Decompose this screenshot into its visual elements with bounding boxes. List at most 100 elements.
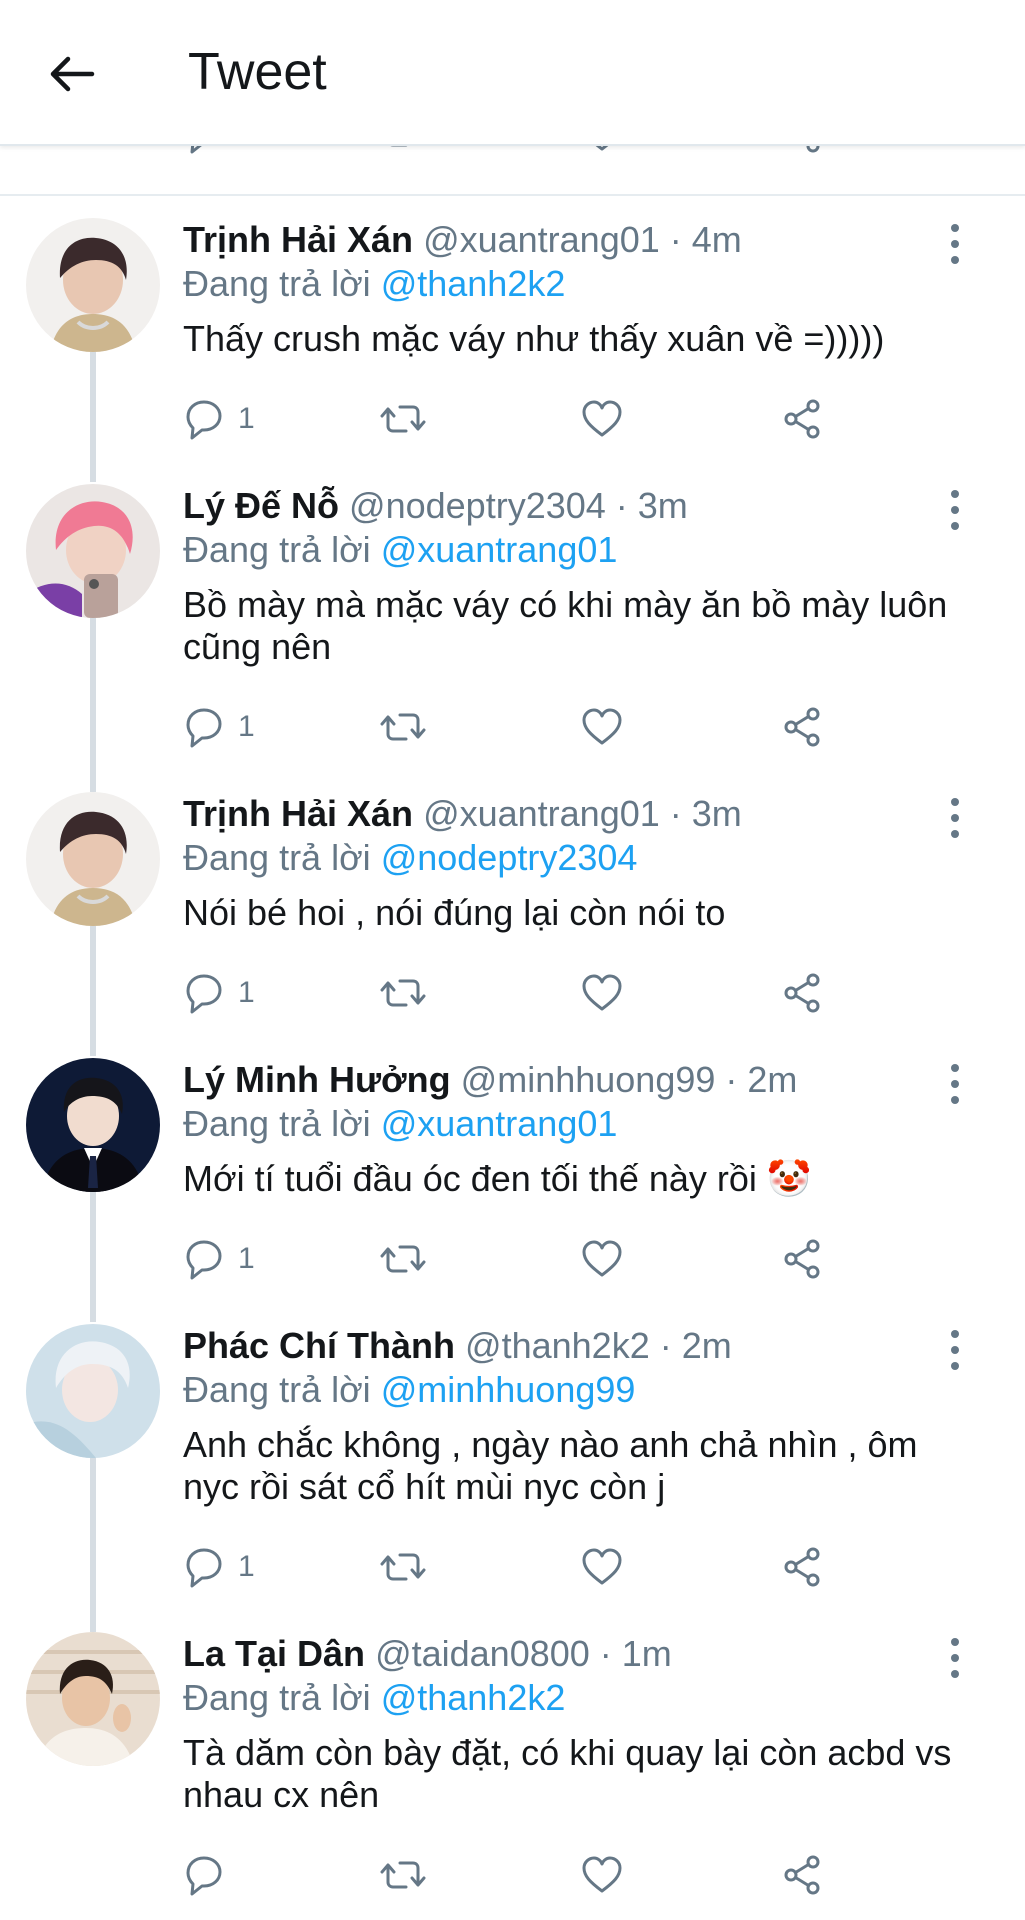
heart-icon [582,1856,622,1893]
tweet-header: Lý Đế Nỗ @nodeptry2304 · 3m [183,484,688,528]
like-button[interactable] [580,1234,624,1284]
share-button[interactable] [780,968,824,1018]
mention-link[interactable]: @minhhuong99 [381,1369,636,1410]
reply-button[interactable]: 1 [182,1234,255,1284]
share-button[interactable] [780,394,824,444]
display-name[interactable]: Lý Minh Hưởng [183,1059,451,1100]
like-button[interactable] [580,1850,624,1900]
retweet-button[interactable] [380,1850,426,1900]
replying-label: Đang trả lời [183,529,381,570]
reply-icon [186,974,222,1014]
avatar[interactable] [26,1324,160,1458]
heart-icon [582,1548,622,1585]
tweet-header: Trịnh Hải Xán @xuantrang01 · 4m [183,218,742,262]
more-options-button[interactable] [940,1330,970,1370]
share-button[interactable] [780,1850,824,1900]
reply-button[interactable]: 1 [182,968,255,1018]
retweet-icon [380,405,426,433]
heart-icon [582,1240,622,1277]
mention-link[interactable]: @nodeptry2304 [381,837,638,878]
share-icon [784,707,820,747]
more-options-button[interactable] [940,1064,970,1104]
handle-time: @minhhuong99 · 2m [460,1059,798,1100]
heart-icon [582,708,622,745]
display-name[interactable]: La Tại Dân [183,1633,365,1674]
share-icon [784,399,820,439]
tweet-actions [0,1850,1025,1900]
tweet-actions: 1 [0,1542,1025,1592]
tweet-actions: 1 [0,702,1025,752]
replying-to: Đang trả lời @thanh2k2 [183,262,565,306]
replying-label: Đang trả lời [183,1677,381,1718]
like-button[interactable] [580,1542,624,1592]
replying-to: Đang trả lời @xuantrang01 [183,528,617,572]
tweet-header: Trịnh Hải Xán @xuantrang01 · 3m [183,792,742,836]
top-app-bar: Tweet [0,0,1025,146]
tweet-text: Tà dăm còn bày đặt, có khi quay lại còn … [183,1732,952,1815]
mention-link[interactable]: @xuantrang01 [381,529,618,570]
more-options-button[interactable] [940,1638,970,1678]
retweet-icon [380,713,426,741]
mention-link[interactable]: @thanh2k2 [381,263,566,304]
like-button[interactable] [580,394,624,444]
tweet-text: Nói bé hoi , nói đúng lại còn nói to [183,892,726,933]
retweet-button[interactable] [380,968,426,1018]
avatar[interactable] [26,484,160,618]
avatar[interactable] [26,792,160,926]
retweet-button[interactable] [380,394,426,444]
avatar[interactable] [26,1632,160,1766]
more-options-button[interactable] [940,490,970,530]
tweet-header: Lý Minh Hưởng @minhhuong99 · 2m [183,1058,797,1102]
retweet-button[interactable] [380,702,426,752]
reply-button[interactable] [182,1850,238,1900]
heart-icon [582,974,622,1011]
replying-label: Đang trả lời [183,837,381,878]
reply-button[interactable]: 1 [182,394,255,444]
retweet-icon [380,1553,426,1581]
display-name[interactable]: Trịnh Hải Xán [183,219,413,260]
reply-button[interactable]: 1 [182,702,255,752]
tweet-actions: 1 [0,1234,1025,1284]
retweet-button[interactable] [380,1542,426,1592]
share-button[interactable] [780,1234,824,1284]
page-title: Tweet [188,43,327,101]
display-name[interactable]: Phác Chí Thành [183,1325,455,1366]
like-button[interactable] [580,702,624,752]
tweet-text: Bồ mày mà mặc váy có khi mày ăn bồ mày l… [183,584,948,667]
reply-count: 1 [238,1550,255,1583]
handle-time: @xuantrang01 · 3m [423,793,742,834]
avatar[interactable] [26,1058,160,1192]
more-options-button[interactable] [940,798,970,838]
heart-icon [582,400,622,437]
mention-link[interactable]: @thanh2k2 [381,1677,566,1718]
more-options-button[interactable] [940,224,970,264]
tweet-text: Mới tí tuổi đầu óc đen tối thế này rồi 🤡 [183,1158,812,1199]
reply-button[interactable]: 1 [182,1542,255,1592]
like-button[interactable] [580,968,624,1018]
arrow-left-icon [50,56,95,92]
share-button[interactable] [780,1542,824,1592]
replying-to: Đang trả lời @xuantrang01 [183,1102,617,1146]
reply-count: 1 [238,402,255,435]
retweet-icon [380,979,426,1007]
reply-icon [186,400,222,440]
replying-label: Đang trả lời [183,263,381,304]
mention-link[interactable]: @xuantrang01 [381,1103,618,1144]
back-button[interactable] [42,44,102,104]
share-button[interactable] [780,702,824,752]
display-name[interactable]: Lý Đế Nỗ [183,485,339,526]
display-name[interactable]: Trịnh Hải Xán [183,793,413,834]
replying-to: Đang trả lời @thanh2k2 [183,1676,565,1720]
avatar[interactable] [26,218,160,352]
reply-icon [186,1548,222,1588]
reply-count: 1 [238,1242,255,1275]
share-icon [784,973,820,1013]
handle-time: @thanh2k2 · 2m [465,1325,732,1366]
retweet-icon [380,1861,426,1889]
handle-time: @nodeptry2304 · 3m [349,485,688,526]
share-icon [784,1547,820,1587]
handle-time: @taidan0800 · 1m [375,1633,672,1674]
share-icon [784,1855,820,1895]
reply-count: 1 [238,710,255,743]
retweet-button[interactable] [380,1234,426,1284]
